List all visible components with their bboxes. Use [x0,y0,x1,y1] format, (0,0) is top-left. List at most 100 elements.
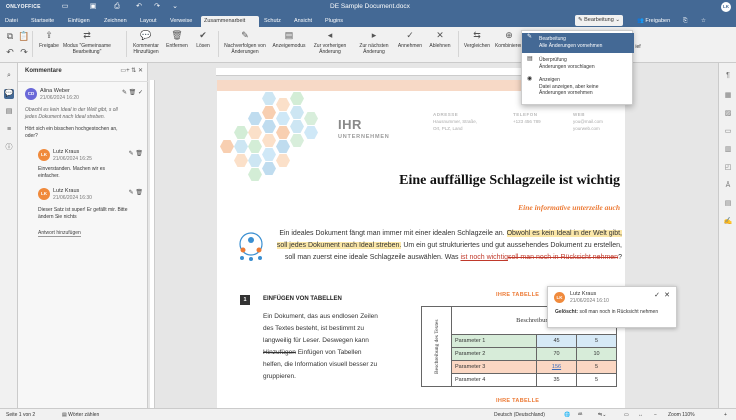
delete-icon[interactable]: 🗑 [135,190,143,196]
accept-change-button[interactable]: ✓ Annehmen [394,30,426,49]
language-selector[interactable]: Deutsch (Deutschland) [494,412,545,418]
edit-icon[interactable]: ✎ [122,90,127,96]
chart-settings-icon[interactable]: ▥ [723,145,733,155]
undo-small-icon[interactable]: ↶ [4,47,14,60]
reject-change-button[interactable]: ✕ Ablehnen [425,30,455,49]
header-footer-icon[interactable]: ▭ [723,127,733,137]
left-sidebar: ⌕ 💬 ▤ ≡ ⓘ [0,63,18,408]
mode-option-review[interactable]: ▤ Überprüfung Änderungen vorschlagen [522,55,634,73]
arrow-right-icon: ▸ [371,30,377,40]
body-paragraph[interactable]: Ein ideales Dokument fängt man immer mit… [270,228,622,264]
table-side-header: Beschreibung des Textes [421,306,452,387]
next-change-button[interactable]: ▸ Zur nächsten Änderung [354,30,394,55]
share-tool-button[interactable]: ⇪ Freigabe [35,30,63,49]
deleted-word[interactable]: Hinzufügen [263,349,296,356]
delete-icon[interactable]: 🗑 [135,151,143,157]
deleted-text[interactable]: soll man noch in Rücksicht nehmen [508,254,618,261]
form-settings-icon[interactable]: ▤ [723,199,733,209]
divider [218,31,219,57]
signature-settings-icon[interactable]: ✍ [723,217,733,227]
open-location-icon[interactable]: ⎘ [680,16,690,27]
tab-startseite[interactable]: Startseite [28,16,57,27]
compare-button[interactable]: ⇆ Vergleichen [460,30,494,49]
tab-zeichnen[interactable]: Zeichnen [101,16,130,27]
paragraph-settings-icon[interactable]: ¶ [723,71,733,81]
user-avatar[interactable]: LK [721,2,731,12]
zoom-out-icon[interactable]: − [654,412,657,418]
zoom-level[interactable]: Zoom 110% [668,412,695,418]
image-settings-icon[interactable]: ▨ [723,109,733,119]
section-body[interactable]: Ein Dokument, das aus endlosen Zeilen de… [263,311,378,383]
add-comment-icon[interactable]: ▭+ [120,68,129,74]
share-button[interactable]: 👥 Freigaben [634,16,673,27]
tab-layout[interactable]: Layout [137,16,160,27]
more-icon[interactable]: ⌄ [170,2,180,12]
print-icon[interactable]: ⎙ [112,2,122,12]
remove-comment-button[interactable]: 🗑 Entfernen [163,30,191,49]
editing-mode-button[interactable]: ✎ Bearbeitung ⌄ [575,15,623,26]
tab-plugins[interactable]: Plugins [322,16,346,27]
navigation-icon[interactable]: ≡ [4,125,14,135]
fit-page-icon[interactable]: ▭ [624,412,629,418]
display-mode-button[interactable]: ▤ Anzeigemodus [271,30,307,49]
close-icon[interactable]: ✕ [138,68,143,74]
mode-option-view[interactable]: ◉ Anzeigen Datei anzeigen, aber keine Än… [522,75,634,103]
fit-width-icon[interactable]: ↔ [638,412,643,418]
add-reply-link[interactable]: Antwort hinzufügen [38,230,81,237]
prev-change-button[interactable]: ◂ Zur vorherigen Änderung [308,30,352,55]
resolve-comment-button[interactable]: ✔ Lösen [191,30,215,49]
redo-small-icon[interactable]: ↷ [18,47,28,60]
chat-icon[interactable]: ▤ [4,107,14,117]
mode-option-editing[interactable]: ✎ Bearbeitung Alle Änderungen vornehmen [522,33,634,53]
right-sidebar: ¶ ▦ ▨ ▭ ▥ ◰ Ā ▤ ✍ [718,63,736,408]
accept-icon[interactable]: ✓ [654,291,660,299]
table-settings-icon[interactable]: ▦ [723,91,733,101]
combine-button[interactable]: ⊕ Kombinieren [494,30,524,49]
reject-icon: ✕ [436,30,444,40]
paste-icon[interactable]: 📋 [18,31,29,44]
spellcheck-icon[interactable]: ᴬᴮ [578,412,582,418]
copy-icon[interactable]: ⧉ [4,31,14,44]
add-comment-button[interactable]: 💬 Kommentar Hinzufügen [129,30,163,55]
redo-icon[interactable]: ↷ [152,2,162,12]
tab-zusammenarbeit[interactable]: Zusammenarbeit [201,16,259,27]
zoom-in-icon[interactable]: + [724,412,727,418]
undo-icon[interactable]: ↶ [134,2,144,12]
inserted-text[interactable]: ist noch wichtig [461,254,508,261]
track-changes-button[interactable]: ✎ Nachverfolgen von Änderungen [220,30,270,55]
tab-schutz[interactable]: Schutz [261,16,284,27]
reply-actions: ✎ 🗑 [129,150,143,157]
comment-author: Alina Weber [40,88,70,94]
save-icon[interactable]: ▣ [88,2,98,12]
change-tooltip[interactable]: LK Lutz Kraus 21/06/2024 16:10 ✓ ✕ Gelös… [547,286,677,328]
comments-icon[interactable]: 💬 [4,89,14,99]
track-changes-icon: ✎ [241,30,249,40]
tab-ansicht[interactable]: Ansicht [291,16,315,27]
edit-icon[interactable]: ✎ [129,151,134,157]
edit-icon[interactable]: ✎ [129,190,134,196]
tab-datei[interactable]: Datei [2,16,21,27]
share-users-icon: 👥 [637,18,644,24]
textart-settings-icon[interactable]: Ā [723,181,733,191]
tab-einfuegen[interactable]: Einfügen [65,16,93,27]
tab-verweise[interactable]: Verweise [167,16,195,27]
word-count[interactable]: ▤ Wörter zählen [62,412,99,418]
track-changes-status-icon[interactable]: ⇋⌄ [598,412,606,418]
delete-icon[interactable]: 🗑 [129,90,137,96]
language-icon[interactable]: 🌐 [564,412,570,418]
reply-date: 21/06/2024 16:30 [53,195,92,201]
avatar: LK [38,149,50,161]
open-file-location-icon[interactable]: ▭ [60,2,70,12]
combine-icon: ⊕ [505,30,513,40]
page-indicator[interactable]: Seite 1 von 2 [6,412,35,418]
search-icon[interactable]: ⌕ [4,71,14,81]
coedit-mode-button[interactable]: ⇄ Modus "Gemeinsame Bearbeitung" [63,30,111,55]
favorite-icon[interactable]: ☆ [698,16,709,27]
resolve-icon[interactable]: ✓ [138,90,143,96]
vertical-ruler[interactable] [150,80,155,408]
sort-icon[interactable]: ⇅ [131,68,136,74]
divider [458,31,459,57]
about-icon[interactable]: ⓘ [4,143,14,153]
shape-settings-icon[interactable]: ◰ [723,163,733,173]
reject-icon[interactable]: ✕ [664,291,670,299]
